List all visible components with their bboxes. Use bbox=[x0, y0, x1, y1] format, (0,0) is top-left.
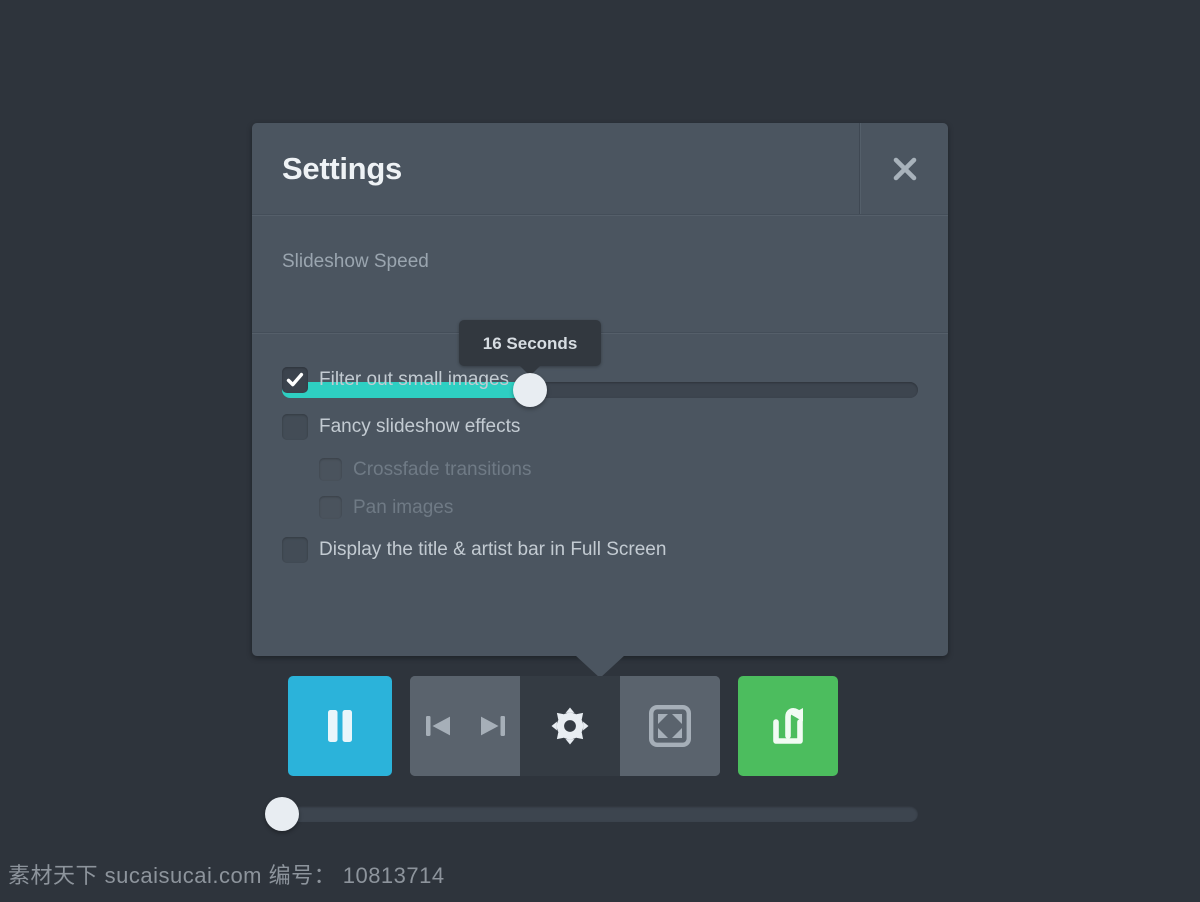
close-button[interactable] bbox=[861, 123, 948, 214]
option-row[interactable]: Fancy slideshow effects bbox=[252, 403, 948, 450]
checkbox-unchecked-icon[interactable] bbox=[319, 457, 342, 481]
option-label: Crossfade transitions bbox=[353, 458, 532, 480]
next-button[interactable] bbox=[465, 676, 520, 776]
slideshow-speed-label: Slideshow Speed bbox=[282, 251, 429, 272]
checkbox-unchecked-icon[interactable] bbox=[282, 413, 308, 440]
panel-pointer-arrow bbox=[575, 655, 625, 678]
bottom-slider-knob[interactable] bbox=[265, 797, 299, 831]
option-label: Fancy slideshow effects bbox=[319, 416, 521, 437]
slideshow-speed-section: Slideshow Speed 16 Seconds bbox=[252, 216, 948, 407]
share-button[interactable] bbox=[738, 676, 838, 776]
settings-panel: Settings Slideshow Speed 16 Seconds Filt… bbox=[252, 123, 948, 831]
close-x-icon bbox=[893, 157, 916, 180]
bottom-slider-track[interactable] bbox=[282, 806, 918, 822]
options-section: Filter out small images Fancy slideshow e… bbox=[252, 334, 948, 831]
option-label: Display the title & artist bar in Full S… bbox=[319, 539, 667, 560]
panel-header: Settings bbox=[252, 123, 948, 214]
skip-previous-icon bbox=[425, 716, 450, 736]
checkbox-checked-icon[interactable] bbox=[282, 366, 308, 393]
volume-slider[interactable] bbox=[265, 797, 918, 831]
option-row[interactable]: Crossfade transitions bbox=[252, 450, 948, 488]
checkbox-unchecked-icon[interactable] bbox=[282, 536, 308, 563]
option-row[interactable]: Display the title & artist bar in Full S… bbox=[252, 526, 948, 573]
checkmark-icon bbox=[286, 372, 304, 386]
settings-button[interactable] bbox=[520, 676, 620, 776]
options-list: Filter out small images Fancy slideshow e… bbox=[252, 356, 948, 573]
option-row[interactable]: Pan images bbox=[252, 488, 948, 526]
gear-icon bbox=[551, 707, 589, 745]
share-icon bbox=[773, 708, 803, 744]
checkbox-unchecked-icon[interactable] bbox=[319, 495, 342, 519]
option-row[interactable]: Filter out small images bbox=[252, 356, 948, 403]
fullscreen-icon bbox=[649, 705, 691, 747]
transport-group bbox=[410, 676, 720, 776]
previous-button[interactable] bbox=[410, 676, 465, 776]
watermark: 素材天下 sucaisucai.com 编号： 10813714 bbox=[8, 863, 445, 888]
option-label: Filter out small images bbox=[319, 369, 510, 390]
skip-next-icon bbox=[480, 716, 505, 736]
pause-button[interactable] bbox=[288, 676, 392, 776]
media-toolbar bbox=[288, 676, 838, 776]
fullscreen-button[interactable] bbox=[620, 676, 720, 776]
page-title: Settings bbox=[282, 151, 402, 186]
pause-icon bbox=[328, 710, 352, 742]
option-label: Pan images bbox=[353, 496, 454, 518]
